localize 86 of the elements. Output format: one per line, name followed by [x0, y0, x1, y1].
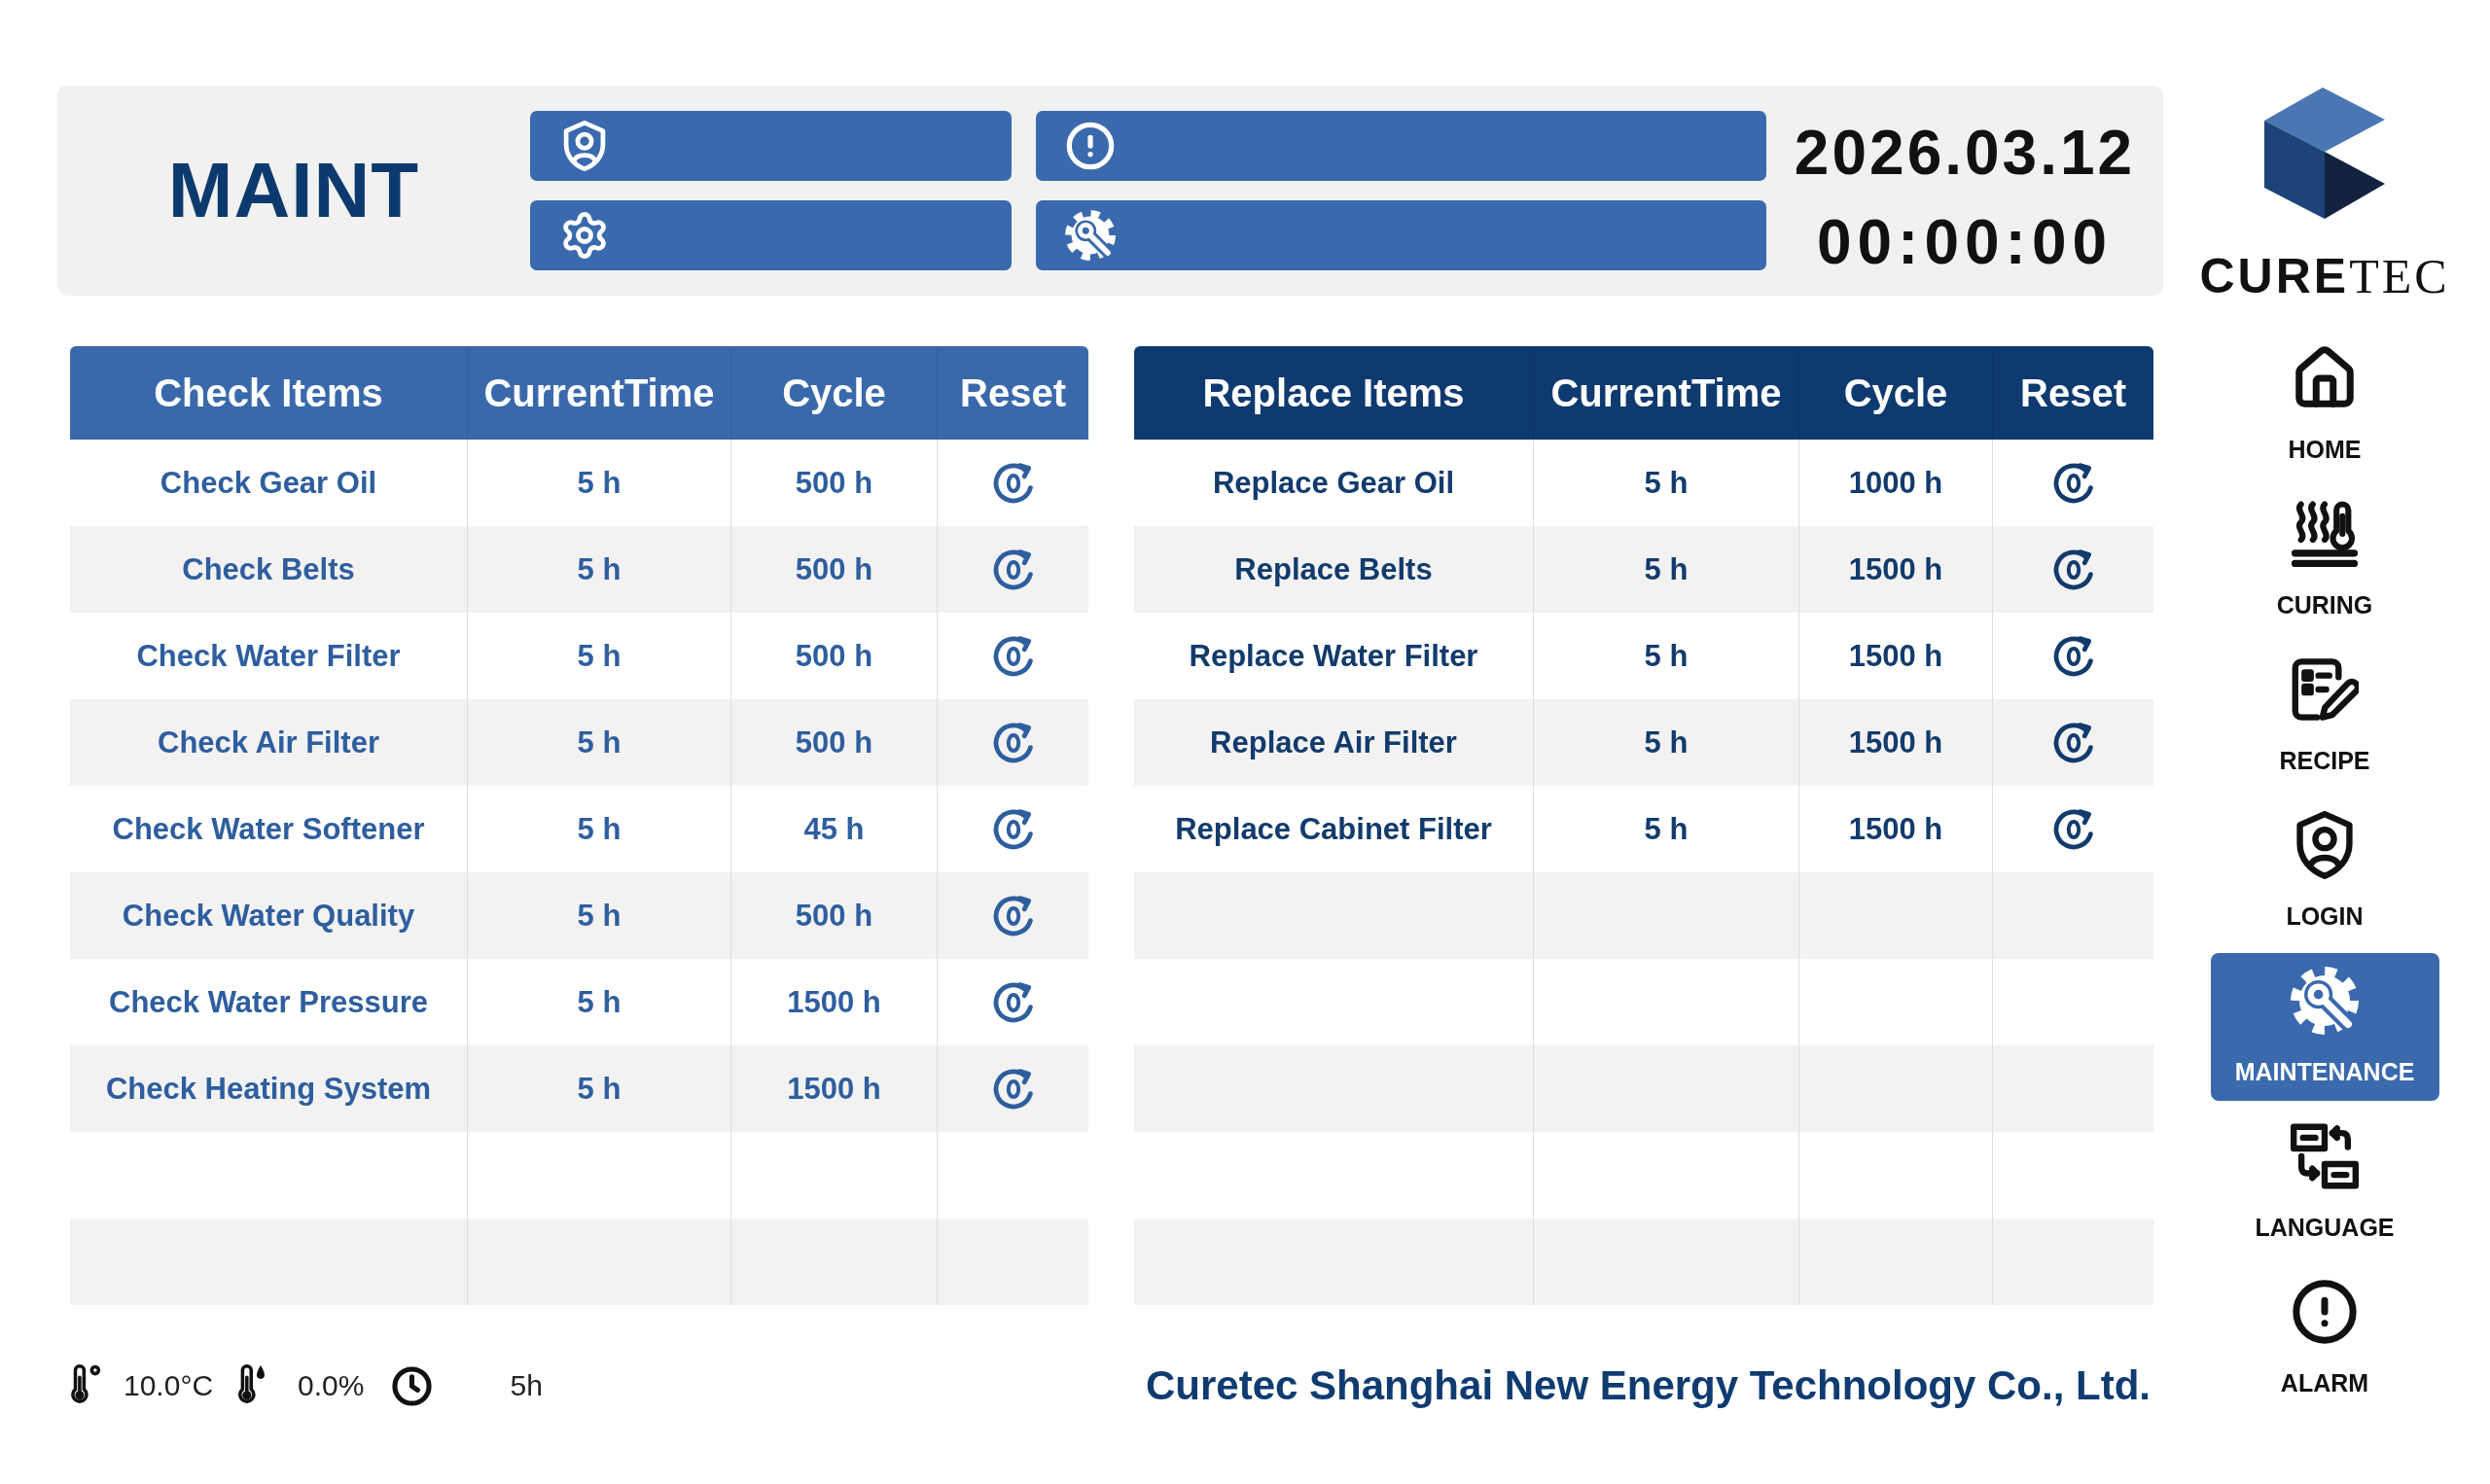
reset-icon[interactable] — [992, 635, 1034, 677]
humidity-value: 0.0% — [298, 1369, 365, 1402]
item-name: Replace Air Filter — [1210, 724, 1457, 760]
current-time-value: 5 h — [1644, 811, 1689, 847]
alert-icon — [2291, 1278, 2359, 1346]
nav-item[interactable]: RECIPE — [2210, 642, 2439, 790]
reset-icon[interactable] — [992, 808, 1034, 850]
notepad-pencil-icon — [2291, 655, 2359, 724]
current-time-value: 5 h — [577, 898, 622, 934]
reset-icon[interactable] — [2052, 722, 2094, 763]
cycle-value: 45 h — [803, 811, 865, 847]
item-name: Check Water Filter — [136, 638, 401, 674]
alert-icon — [1065, 121, 1116, 171]
nav-item[interactable]: ALARM — [2210, 1264, 2439, 1412]
clock-icon — [392, 1365, 433, 1406]
cycle-value: 1500 h — [1848, 724, 1943, 760]
nav-item[interactable]: MAINTENANCE — [2210, 953, 2439, 1101]
item-name: Check Heating System — [105, 1071, 432, 1107]
gear-wrench-icon — [1065, 210, 1116, 261]
cycle-value: 1500 h — [1848, 551, 1943, 587]
reset-icon[interactable] — [992, 548, 1034, 590]
current-time-value: 5 h — [577, 811, 622, 847]
reset-icon[interactable] — [2052, 808, 2094, 850]
nav-item[interactable]: CURING — [2210, 486, 2439, 634]
heat-thermometer-icon — [2291, 500, 2359, 568]
item-name: Check Belts — [182, 551, 355, 587]
cycle-value: 500 h — [795, 551, 873, 587]
cycle-value: 500 h — [795, 724, 873, 760]
reset-icon[interactable] — [992, 1068, 1034, 1110]
temperature-value: 10.0°C — [124, 1369, 214, 1402]
column-header: CurrentTime — [1550, 371, 1782, 415]
logo-text: CURETEC — [2199, 252, 2450, 300]
current-time-value: 5 h — [577, 638, 622, 674]
translate-icon — [2291, 1122, 2359, 1190]
cycle-value: 1500 h — [1848, 811, 1943, 847]
nav-item[interactable]: LOGIN — [2210, 797, 2439, 945]
current-time-value: 5 h — [577, 984, 622, 1020]
column-header: Reset — [960, 371, 1066, 415]
column-header: Cycle — [1843, 371, 1948, 415]
current-time-value: 5 h — [577, 551, 622, 587]
date-text: 2026.03.12 — [1794, 118, 2136, 188]
page-title: MAINT — [167, 152, 420, 230]
current-time-value: 5 h — [1644, 551, 1689, 587]
reset-icon[interactable] — [992, 462, 1034, 504]
item-name: Check Water Pressure — [109, 984, 428, 1020]
item-name: Replace Water Filter — [1189, 638, 1478, 674]
user-shield-button[interactable] — [530, 111, 1012, 181]
runtime-value: 5h — [510, 1369, 543, 1402]
settings-button[interactable] — [530, 200, 1012, 270]
item-name: Check Gear Oil — [160, 465, 377, 501]
item-name: Replace Belts — [1234, 551, 1433, 587]
column-header: Check Items — [154, 371, 383, 415]
column-header: Cycle — [782, 371, 886, 415]
item-name: Check Air Filter — [158, 724, 379, 760]
gear-wrench-button[interactable] — [1036, 200, 1766, 270]
time-text: 00:00:00 — [1816, 207, 2114, 277]
reset-icon[interactable] — [2052, 548, 2094, 590]
item-name: Replace Gear Oil — [1212, 465, 1455, 501]
column-header: Replace Items — [1202, 371, 1465, 415]
column-header: Reset — [2020, 371, 2126, 415]
nav-item[interactable]: HOME — [2210, 331, 2439, 478]
reset-icon[interactable] — [2052, 635, 2094, 677]
cycle-value: 500 h — [795, 898, 873, 934]
current-time-value: 5 h — [577, 1071, 622, 1107]
cycle-value: 500 h — [795, 465, 873, 501]
cycle-value: 1500 h — [787, 984, 881, 1020]
cycle-value: 1000 h — [1848, 465, 1943, 501]
column-header: CurrentTime — [483, 371, 715, 415]
item-name: Check Water Quality — [122, 898, 415, 934]
item-name: Check Water Softener — [112, 811, 425, 847]
current-time-value: 5 h — [1644, 724, 1689, 760]
cycle-value: 1500 h — [1848, 638, 1943, 674]
company-name: Curetec Shanghai New Energy Technology Co., Ltd. — [1145, 1362, 2151, 1409]
item-name: Replace Cabinet Filter — [1175, 811, 1492, 847]
current-time-value: 5 h — [577, 465, 622, 501]
current-time-value: 5 h — [577, 724, 622, 760]
cycle-value: 500 h — [795, 638, 873, 674]
current-time-value: 5 h — [1644, 465, 1689, 501]
reset-icon[interactable] — [992, 895, 1034, 936]
cycle-value: 1500 h — [787, 1071, 881, 1107]
current-time-value: 5 h — [1644, 638, 1689, 674]
reset-icon[interactable] — [992, 981, 1034, 1023]
gear-wrench-icon — [2291, 967, 2359, 1035]
nav-item[interactable]: LANGUAGE — [2210, 1109, 2439, 1256]
reset-icon[interactable] — [2052, 462, 2094, 504]
reset-icon[interactable] — [992, 722, 1034, 763]
